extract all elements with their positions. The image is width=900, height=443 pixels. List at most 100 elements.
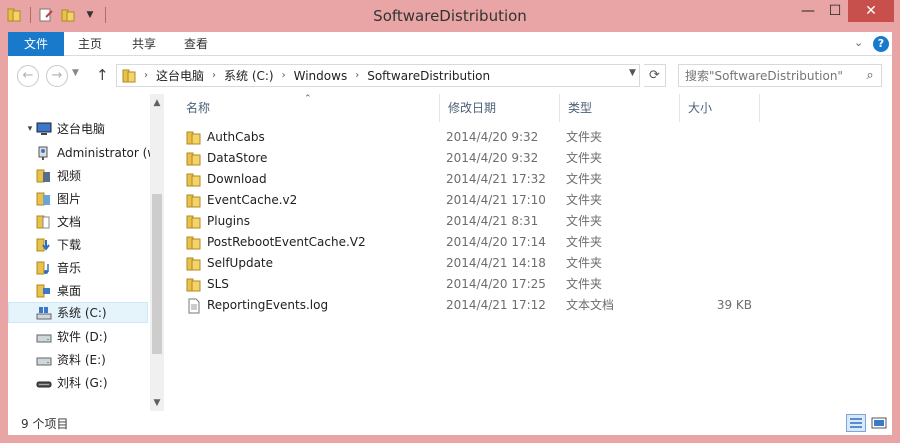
file-size-cell xyxy=(686,274,752,295)
search-box[interactable]: ⌕ xyxy=(678,64,882,87)
file-name-cell[interactable]: SelfUpdate xyxy=(186,253,273,274)
modified-date-cell: 2014/4/21 17:32 xyxy=(446,172,546,186)
desktop-folder-icon xyxy=(36,283,52,299)
file-type-cell: 文件夹 xyxy=(566,214,603,228)
file-name-cell[interactable]: AuthCabs xyxy=(186,127,265,148)
modified-date-cell: 2014/4/21 17:12 xyxy=(446,298,546,312)
nav-item-label: 这台电脑 xyxy=(57,122,106,136)
chevron-right-icon[interactable]: › xyxy=(208,70,220,81)
nav-item-this-pc[interactable]: ▾ 这台电脑 xyxy=(24,118,166,139)
maximize-button[interactable]: ☐ xyxy=(822,0,848,22)
breadcrumb-system-drive[interactable]: 系统 (C:) xyxy=(220,67,278,84)
tab-view[interactable]: 查看 xyxy=(176,32,216,56)
file-name-cell[interactable]: ReportingEvents.log xyxy=(186,295,328,316)
forward-button[interactable]: → xyxy=(46,65,68,87)
minimize-button[interactable]: — xyxy=(794,0,822,22)
file-name: Download xyxy=(207,172,267,186)
table-row[interactable]: SLS 2014/4/20 17:25 文件夹 xyxy=(178,274,778,295)
removable-drive-icon xyxy=(36,375,52,391)
explorer-window: ▼ SoftwareDistribution — ☐ ✕ 文件 主页 共享 查看… xyxy=(0,0,900,443)
table-row[interactable]: EventCache.v2 2014/4/21 17:10 文件夹 xyxy=(178,190,778,211)
expand-arrow-icon[interactable]: ▾ xyxy=(24,124,36,134)
search-icon[interactable]: ⌕ xyxy=(859,68,881,83)
help-icon[interactable]: ? xyxy=(873,36,889,52)
table-row[interactable]: PostRebootEventCache.V2 2014/4/20 17:14 文件… xyxy=(178,232,778,253)
navigation-scrollbar[interactable]: ▲ ▼ xyxy=(150,94,164,411)
file-name-cell[interactable]: DataStore xyxy=(186,148,267,169)
address-history-dropdown-icon[interactable]: ▼ xyxy=(629,68,636,78)
table-row[interactable]: Plugins 2014/4/21 8:31 文件夹 xyxy=(178,211,778,232)
breadcrumb-this-pc[interactable]: 这台电脑 xyxy=(152,67,208,84)
file-size-cell xyxy=(686,253,752,274)
nav-item-label: 视频 xyxy=(57,169,82,183)
folder-icon xyxy=(186,256,202,272)
text-document-icon xyxy=(186,298,202,314)
modified-date-cell: 2014/4/21 8:31 xyxy=(446,214,539,228)
item-count: 9 个项目 xyxy=(21,417,69,431)
file-name-cell[interactable]: Plugins xyxy=(186,211,250,232)
file-type-cell: 文件夹 xyxy=(566,277,603,291)
address-bar[interactable]: › 这台电脑 › 系统 (C:) › Windows › SoftwareDis… xyxy=(116,64,640,87)
expand-ribbon-icon[interactable]: ⌄ xyxy=(854,36,863,49)
drive-icon xyxy=(36,352,52,368)
file-name: DataStore xyxy=(207,151,268,165)
scroll-up-icon[interactable]: ▲ xyxy=(150,96,164,110)
chevron-right-icon[interactable]: › xyxy=(278,70,290,81)
file-type-cell: 文件夹 xyxy=(566,256,603,270)
recent-locations-icon[interactable]: ▼ xyxy=(72,68,79,78)
table-row[interactable]: AuthCabs 2014/4/20 9:32 文件夹 xyxy=(178,127,778,148)
file-type-cell: 文件夹 xyxy=(566,235,603,249)
file-name: ReportingEvents.log xyxy=(207,298,329,312)
nav-item-label: 图片 xyxy=(57,192,82,206)
back-button[interactable]: ← xyxy=(17,65,39,87)
file-size-cell xyxy=(686,127,752,148)
file-name: EventCache.v2 xyxy=(207,193,298,207)
file-name-cell[interactable]: PostRebootEventCache.V2 xyxy=(186,232,366,253)
nav-item-system-drive[interactable]: 系统 (C:) xyxy=(8,302,148,323)
ribbon-tabs: 文件 主页 共享 查看 ⌄ ? xyxy=(8,32,892,56)
chevron-right-icon[interactable]: › xyxy=(351,70,363,81)
scroll-down-icon[interactable]: ▼ xyxy=(150,396,164,410)
file-name-cell[interactable]: EventCache.v2 xyxy=(186,190,297,211)
tab-file[interactable]: 文件 xyxy=(8,32,64,56)
column-header-date[interactable]: 修改日期 xyxy=(440,94,560,122)
tab-share[interactable]: 共享 xyxy=(124,32,164,56)
refresh-button[interactable]: ⟳ xyxy=(644,64,666,87)
computer-icon xyxy=(36,121,52,137)
file-size-cell xyxy=(686,169,752,190)
file-name-cell[interactable]: SLS xyxy=(186,274,229,295)
nav-item-label: 刘科 (G:) xyxy=(57,376,108,390)
file-name: Plugins xyxy=(207,214,250,228)
file-size-cell xyxy=(686,232,752,253)
up-button[interactable]: ↑ xyxy=(96,66,109,84)
status-bar: 9 个项目 xyxy=(8,411,892,435)
column-header-name[interactable]: 名称 xyxy=(178,94,440,122)
file-name-cell[interactable]: Download xyxy=(186,169,267,190)
nav-item-label: Administrator (w xyxy=(57,145,158,160)
table-row[interactable]: Download 2014/4/21 17:32 文件夹 xyxy=(178,169,778,190)
table-row[interactable]: DataStore 2014/4/20 9:32 文件夹 xyxy=(178,148,778,169)
large-icons-view-icon[interactable] xyxy=(870,414,888,432)
folder-icon xyxy=(186,235,202,251)
column-header-size[interactable]: 大小 xyxy=(680,94,760,122)
system-drive-icon xyxy=(36,305,52,321)
pictures-folder-icon xyxy=(36,191,52,207)
tab-home[interactable]: 主页 xyxy=(70,32,110,56)
navigation-pane: ▾ 这台电脑 Administrator (w 视频 图片 文档 下载 音乐 桌… xyxy=(8,94,164,411)
column-header-type[interactable]: 类型 xyxy=(560,94,680,122)
close-button[interactable]: ✕ xyxy=(848,0,894,22)
videos-folder-icon xyxy=(36,168,52,184)
search-input[interactable] xyxy=(679,68,859,83)
chevron-right-icon[interactable]: › xyxy=(140,70,152,81)
table-row[interactable]: SelfUpdate 2014/4/21 14:18 文件夹 xyxy=(178,253,778,274)
scrollbar-thumb[interactable] xyxy=(152,194,162,354)
file-name: PostRebootEventCache.V2 xyxy=(207,235,366,249)
table-row[interactable]: ReportingEvents.log 2014/4/21 17:12 文本文档 39… xyxy=(178,295,778,316)
breadcrumb-windows[interactable]: Windows xyxy=(290,69,352,83)
breadcrumb-softwaredistribution[interactable]: SoftwareDistribution xyxy=(363,69,494,83)
details-view-icon[interactable] xyxy=(846,414,866,432)
modified-date-cell: 2014/4/20 9:32 xyxy=(446,130,539,144)
nav-item-label: 桌面 xyxy=(57,284,82,298)
folder-icon xyxy=(186,193,202,209)
file-type-cell: 文件夹 xyxy=(566,151,603,165)
